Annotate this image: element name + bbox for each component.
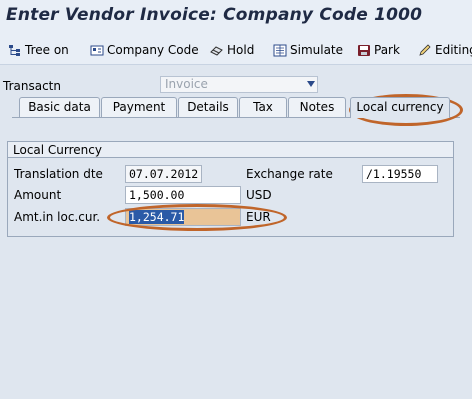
- tab-payment[interactable]: Payment: [101, 97, 177, 117]
- tab-notes[interactable]: Notes: [288, 97, 346, 117]
- company-code-button[interactable]: Company Code: [90, 41, 199, 59]
- transaction-label: Transactn: [3, 79, 61, 93]
- hold-icon: [210, 44, 224, 57]
- tab-details[interactable]: Details: [178, 97, 238, 117]
- hold-label: Hold: [227, 43, 255, 57]
- tab-label: Details: [187, 100, 229, 114]
- park-label: Park: [374, 43, 400, 57]
- amount-local-field[interactable]: 1,254.71: [125, 208, 241, 226]
- tab-label: Basic data: [28, 100, 91, 114]
- tab-label: Payment: [112, 100, 166, 114]
- tree-icon: [8, 44, 22, 57]
- exchange-rate-field[interactable]: /1.19550: [362, 165, 438, 183]
- transaction-value: Invoice: [165, 77, 208, 91]
- tab-tax[interactable]: Tax: [239, 97, 287, 117]
- editing-options-button[interactable]: Editing: [418, 41, 472, 59]
- group-title: Local Currency: [13, 143, 102, 157]
- amount-field[interactable]: 1,500.00: [125, 186, 241, 204]
- tab-label: Local currency: [356, 100, 444, 114]
- exchange-rate-label: Exchange rate: [246, 167, 333, 181]
- amount-currency: USD: [246, 188, 272, 202]
- tab-basic-data[interactable]: Basic data: [19, 97, 100, 117]
- tab-local-currency[interactable]: Local currency: [350, 97, 450, 118]
- window-title: Enter Vendor Invoice: Company Code 1000: [6, 5, 423, 25]
- company-code-icon: [90, 44, 104, 57]
- tree-on-label: Tree on: [25, 43, 69, 57]
- transaction-dropdown[interactable]: Invoice: [160, 76, 318, 93]
- simulate-button[interactable]: Simulate: [273, 41, 343, 59]
- simulate-icon: [273, 44, 287, 57]
- company-code-label: Company Code: [107, 43, 199, 57]
- tree-on-button[interactable]: Tree on: [8, 41, 69, 59]
- amount-label: Amount: [14, 188, 62, 202]
- tab-label: Notes: [299, 100, 335, 114]
- editing-options-label: Editing: [435, 43, 472, 57]
- tab-label: Tax: [253, 100, 273, 114]
- amount-local-value: 1,254.71: [129, 210, 185, 224]
- park-icon: [357, 44, 371, 57]
- chevron-down-icon[interactable]: [307, 81, 315, 87]
- translation-date-field[interactable]: 07.07.2012: [125, 165, 202, 183]
- translation-date-label: Translation dte: [14, 167, 103, 181]
- hold-button[interactable]: Hold: [210, 41, 254, 59]
- simulate-label: Simulate: [290, 43, 344, 57]
- amount-local-label: Amt.in loc.cur.: [14, 210, 101, 224]
- amount-local-currency: EUR: [246, 210, 271, 224]
- pencil-icon: [418, 43, 432, 57]
- park-button[interactable]: Park: [357, 41, 400, 59]
